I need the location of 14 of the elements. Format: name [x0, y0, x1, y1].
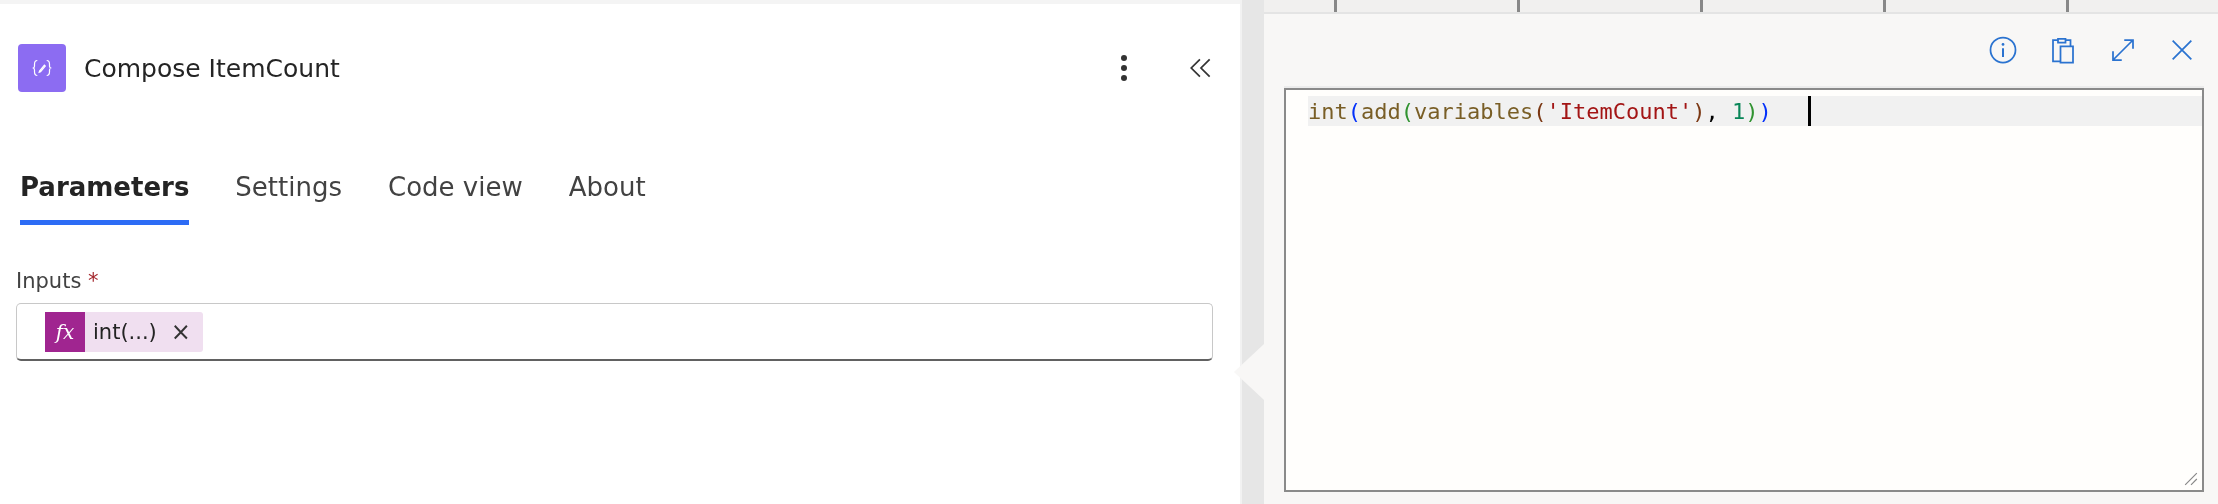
function-icon: fx	[45, 311, 85, 352]
tab[interactable]: Settings	[235, 172, 342, 225]
action-title: Compose ItemCount	[84, 53, 340, 83]
token-label: int(...)	[93, 319, 157, 344]
remove-icon[interactable]: ×	[170, 317, 191, 346]
tab[interactable]: About	[568, 172, 646, 225]
tab[interactable]: Code view	[388, 172, 523, 225]
field-label: Inputs	[16, 269, 82, 293]
code-line: int(add(variables('ItemCount'), 1))	[1308, 98, 1772, 124]
tab[interactable]: Parameters	[20, 172, 190, 225]
expression-token[interactable]: fx int(...) ×	[45, 311, 203, 352]
code-editor[interactable]: int(add(variables('ItemCount'), 1))	[1284, 88, 2204, 492]
required-mark: *	[88, 269, 99, 293]
input-field[interactable]: fx int(...) ×	[16, 303, 1213, 361]
